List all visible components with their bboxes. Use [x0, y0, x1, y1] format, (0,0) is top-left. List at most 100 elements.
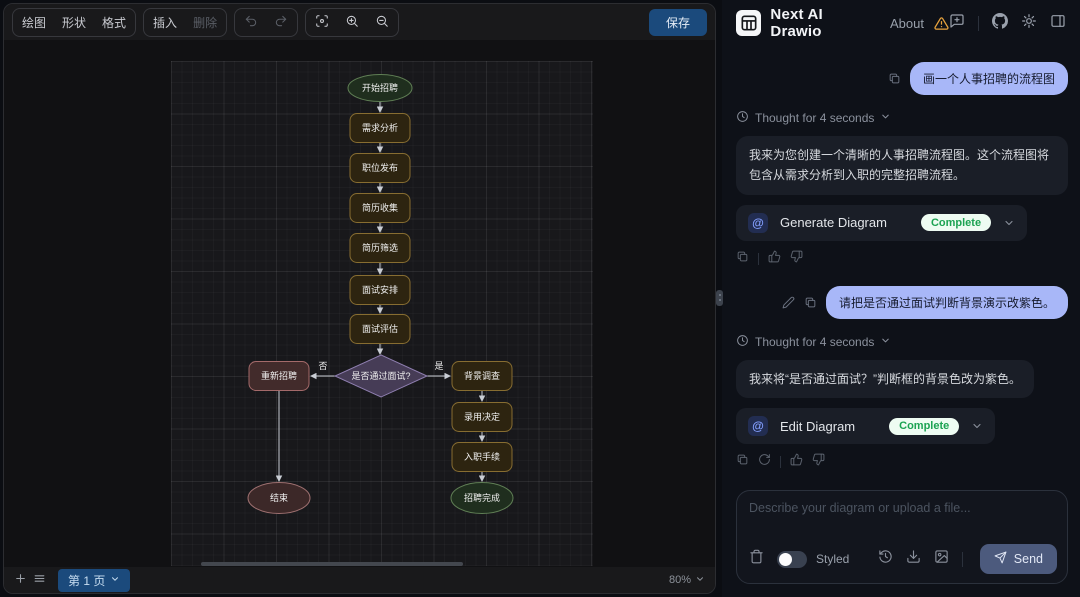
svg-text:结束: 结束 [270, 492, 288, 503]
save-button[interactable]: 保存 [649, 9, 707, 36]
warning-icon[interactable] [934, 16, 949, 31]
flow-node-arrange[interactable]: 面试安排 [350, 276, 410, 305]
header-actions [949, 13, 1066, 34]
thumbs-down-icon[interactable] [812, 453, 825, 471]
delete-button[interactable]: 删除 [185, 10, 225, 35]
chat-header: Next AI Drawio About [722, 0, 1080, 46]
tool-title: Generate Diagram [780, 215, 887, 230]
copy-icon[interactable] [804, 296, 817, 309]
zoom-out-button[interactable] [367, 10, 397, 35]
menu-format[interactable]: 格式 [94, 10, 134, 35]
edit-group: 插入 删除 [143, 8, 227, 37]
diagram-editor-panel: 绘图 形状 格式 插入 删除 [3, 3, 716, 594]
thought-toggle[interactable]: Thought for 4 seconds [736, 334, 1068, 350]
flow-node-post[interactable]: 职位发布 [350, 154, 410, 183]
user-message: 画一个人事招聘的流程图 [910, 62, 1068, 95]
thumbs-up-icon[interactable] [768, 250, 781, 268]
thumbs-down-icon[interactable] [790, 250, 803, 268]
canvas-area[interactable]: 否是开始招聘需求分析职位发布简历收集简历筛选面试安排面试评估是否通过面试?重新招… [4, 40, 715, 567]
flow-node-screen[interactable]: 简历筛选 [350, 234, 410, 263]
insert-button[interactable]: 插入 [145, 10, 185, 35]
copy-icon[interactable] [736, 250, 749, 268]
message-actions [736, 453, 1068, 471]
add-page-button[interactable] [14, 572, 27, 588]
svg-text:录用决定: 录用决定 [464, 411, 500, 422]
tool-logo-icon: @ [748, 213, 768, 233]
retry-icon[interactable] [758, 453, 771, 471]
edit-pencil-icon[interactable] [782, 296, 795, 309]
send-label: Send [1014, 552, 1043, 566]
user-message-row: 请把是否通过面试判断背景演示改紫色。 [736, 286, 1068, 319]
tool-card-generate-diagram[interactable]: @ Generate Diagram Complete [736, 205, 1027, 241]
thought-toggle[interactable]: Thought for 4 seconds [736, 110, 1068, 126]
redo-icon [274, 14, 288, 31]
svg-text:是否通过面试?: 是否通过面试? [351, 370, 410, 381]
paper-plane-icon [994, 551, 1007, 567]
tool-card-edit-diagram[interactable]: @ Edit Diagram Complete [736, 408, 995, 444]
chevron-down-icon[interactable] [1003, 217, 1015, 229]
trash-icon[interactable] [749, 549, 764, 569]
user-message: 请把是否通过面试判断背景演示改紫色。 [826, 286, 1068, 319]
panel-resize-handle[interactable] [716, 290, 723, 306]
chat-input-toolbar: Styled Send [749, 544, 1057, 574]
flow-node-end[interactable]: 结束 [248, 483, 310, 514]
thought-label: Thought for 4 seconds [755, 111, 874, 125]
zoom-group [305, 8, 399, 37]
panel-toggle-icon[interactable] [1050, 13, 1066, 34]
history-icon[interactable] [878, 549, 893, 569]
fit-view-button[interactable] [307, 10, 337, 35]
zoom-level[interactable]: 80% [669, 574, 705, 587]
divider [978, 16, 979, 31]
flow-node-complete[interactable]: 招聘完成 [451, 483, 513, 514]
status-badge: Complete [889, 418, 959, 435]
menu-draw[interactable]: 绘图 [14, 10, 54, 35]
flow-node-analysis[interactable]: 需求分析 [350, 114, 410, 143]
svg-text:开始招聘: 开始招聘 [362, 82, 398, 93]
styled-toggle[interactable] [777, 551, 807, 568]
feedback-icon[interactable] [949, 13, 965, 34]
canvas-horizontal-scrollbar[interactable] [201, 562, 463, 566]
redo-button[interactable] [266, 10, 296, 35]
chat-input[interactable] [749, 501, 1057, 527]
svg-text:招聘完成: 招聘完成 [464, 492, 500, 503]
pages-menu-button[interactable] [33, 572, 46, 588]
send-button[interactable]: Send [980, 544, 1057, 574]
app-title: Next AI Drawio [770, 6, 876, 40]
flow-node-onboard[interactable]: 入职手续 [452, 443, 512, 472]
tool-title: Edit Diagram [780, 419, 855, 434]
chevron-down-icon [695, 574, 705, 587]
flow-node-decide[interactable]: 录用决定 [452, 403, 512, 432]
thumbs-up-icon[interactable] [790, 453, 803, 471]
flow-edge-label: 否 [318, 361, 327, 371]
zoom-in-button[interactable] [337, 10, 367, 35]
flow-node-decision[interactable]: 是否通过面试? [335, 355, 427, 397]
app-logo-icon [736, 10, 761, 36]
page-tab-label: 第 1 页 [68, 572, 105, 589]
image-icon[interactable] [934, 549, 949, 569]
message-actions [736, 250, 1068, 268]
flow-node-collect[interactable]: 简历收集 [350, 194, 410, 223]
toggle-knob [779, 553, 792, 566]
svg-text:简历筛选: 简历筛选 [362, 242, 398, 253]
tool-logo-icon: @ [748, 416, 768, 436]
svg-text:职位发布: 职位发布 [362, 162, 398, 173]
flow-node-rehire[interactable]: 重新招聘 [249, 362, 309, 391]
download-icon[interactable] [906, 549, 921, 569]
flow-node-start[interactable]: 开始招聘 [348, 75, 412, 102]
github-icon[interactable] [992, 13, 1008, 34]
copy-icon[interactable] [888, 72, 901, 85]
page-tab[interactable]: 第 1 页 [58, 569, 130, 592]
flow-node-background[interactable]: 背景调查 [452, 362, 512, 391]
canvas-page[interactable]: 否是开始招聘需求分析职位发布简历收集简历筛选面试安排面试评估是否通过面试?重新招… [171, 61, 593, 566]
copy-icon[interactable] [736, 453, 749, 471]
svg-text:需求分析: 需求分析 [362, 122, 398, 133]
chat-panel: Next AI Drawio About 画一个人事招聘的流程图 Thought… [722, 0, 1080, 597]
flow-node-evaluate[interactable]: 面试评估 [350, 315, 410, 344]
divider [780, 456, 781, 468]
undo-button[interactable] [236, 10, 266, 35]
chevron-down-icon[interactable] [971, 420, 983, 432]
about-link[interactable]: About [890, 16, 924, 31]
settings-gear-icon[interactable] [1021, 13, 1037, 34]
menu-shapes[interactable]: 形状 [54, 10, 94, 35]
status-badge: Complete [921, 214, 991, 231]
